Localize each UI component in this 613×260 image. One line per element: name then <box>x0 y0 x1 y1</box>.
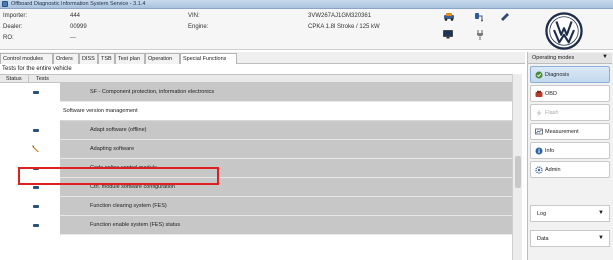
connection-icon[interactable] <box>474 11 485 22</box>
tab-tsb[interactable]: TSB <box>98 53 115 64</box>
table-row[interactable]: SF - Component protection, information e… <box>0 83 512 102</box>
engine-value: CPKA 1.8l Stroke / 125 kW <box>308 24 380 30</box>
tab-diss[interactable]: DISS <box>79 53 98 64</box>
monitor-icon[interactable] <box>443 30 453 39</box>
dealer-value: 00999 <box>70 24 87 30</box>
operating-modes-header[interactable]: Operating modes ▼ <box>528 53 612 64</box>
test-label: Adapting software <box>90 146 135 152</box>
test-label: Adapt software (offline) <box>90 127 147 133</box>
status-cell <box>0 178 60 197</box>
test-label: Function clearing system (FES) <box>90 203 167 209</box>
flash-label: Flash <box>545 110 559 116</box>
test-label: Function enable system (FES) status <box>90 222 181 228</box>
status-cell <box>0 216 60 235</box>
scrollbar-thumb[interactable] <box>515 156 521 188</box>
status-cell <box>0 121 60 140</box>
measurement-icon <box>535 128 543 135</box>
admin-label: Admin <box>545 167 561 173</box>
dash-icon <box>33 91 39 94</box>
window-title: Offboard Diagnostic Information System S… <box>11 1 146 7</box>
dealer-label: Dealer: <box>3 24 23 30</box>
operating-modes-title: Operating modes <box>532 55 575 61</box>
obd-label: OBD <box>545 91 557 97</box>
measurement-button[interactable]: Measurement <box>530 123 610 140</box>
status-cell <box>0 140 60 159</box>
table-row-adapting-software[interactable]: Adapting software <box>0 140 512 159</box>
dash-icon <box>33 224 39 227</box>
tests-column-header[interactable]: Tests <box>36 76 49 82</box>
flash-icon <box>536 109 542 117</box>
tab-operation[interactable]: Operation <box>145 53 180 64</box>
info-button[interactable]: Info <box>530 142 610 159</box>
test-label: SF - Component protection, information e… <box>90 89 215 95</box>
vehicle-icon[interactable] <box>443 12 455 21</box>
test-label: Code online control module <box>90 165 157 171</box>
chevron-down-icon[interactable]: ▼ <box>602 54 608 60</box>
tab-special-functions[interactable]: Special Functions <box>180 53 237 64</box>
table-header: Status Tests <box>0 74 512 84</box>
data-dropdown[interactable]: Data ▼ <box>530 230 610 247</box>
vehicle-info-header: Importer: 444 Dealer: 00999 RO: --- VIN:… <box>0 9 613 50</box>
ro-value: --- <box>70 35 76 41</box>
tab-orders[interactable]: Orders <box>53 53 79 64</box>
importer-value: 444 <box>70 13 81 19</box>
pen-icon <box>32 145 39 152</box>
status-cell <box>0 102 60 121</box>
list-scrollbar[interactable] <box>512 74 522 260</box>
admin-button[interactable]: Admin <box>530 161 610 178</box>
group-label: Software version management <box>63 108 138 114</box>
table-row[interactable]: Code online control module <box>0 159 512 178</box>
diagnosis-icon <box>535 71 543 79</box>
vin-label: VIN: <box>188 13 200 19</box>
ro-label: RO: <box>3 35 14 41</box>
measurement-label: Measurement <box>545 129 579 135</box>
obd-button[interactable]: OBD <box>530 85 610 102</box>
app-icon <box>2 1 8 7</box>
title-bar: Offboard Diagnostic Information System S… <box>0 0 613 9</box>
plug-icon[interactable] <box>476 29 484 40</box>
importer-label: Importer: <box>3 13 28 19</box>
flash-button[interactable]: Flash <box>530 104 610 121</box>
table-row[interactable]: Adapt software (offline) <box>0 121 512 140</box>
status-column-header[interactable]: Status <box>6 76 22 82</box>
table-row[interactable]: Ctrl. module software configuration <box>0 178 512 197</box>
tab-bar: Control modules Orders DISS TSB Test pla… <box>0 52 525 64</box>
table-row[interactable]: Function enable system (FES) status <box>0 216 512 235</box>
table-row-group[interactable]: Software version management <box>0 102 512 121</box>
info-icon <box>535 147 543 155</box>
tab-test-plan[interactable]: Test plan <box>115 53 145 64</box>
engine-label: Engine: <box>188 24 209 30</box>
tests-list: SF - Component protection, information e… <box>0 83 512 260</box>
section-title: Tests for the entire vehicle <box>2 66 72 72</box>
dash-icon <box>33 167 39 170</box>
vw-logo <box>545 12 583 50</box>
status-cell <box>0 159 60 178</box>
tab-control-modules[interactable]: Control modules <box>0 53 53 64</box>
edit-icon[interactable] <box>500 11 510 21</box>
diagnosis-button[interactable]: Diagnosis <box>530 66 610 83</box>
dash-icon <box>33 205 39 208</box>
status-cell <box>0 197 60 216</box>
log-dropdown[interactable]: Log ▼ <box>530 205 610 222</box>
status-cell <box>0 83 60 102</box>
data-label: Data <box>537 236 549 242</box>
admin-icon <box>535 166 543 174</box>
info-label: Info <box>545 148 555 154</box>
dash-icon <box>33 186 39 189</box>
diagnosis-label: Diagnosis <box>545 72 570 78</box>
vin-value: 3VW267AJ1GM320361 <box>308 13 372 19</box>
chevron-down-icon: ▼ <box>598 210 604 216</box>
test-label: Ctrl. module software configuration <box>90 184 175 190</box>
table-row[interactable]: Function clearing system (FES) <box>0 197 512 216</box>
log-label: Log <box>537 211 547 217</box>
dash-icon <box>33 129 39 132</box>
chevron-down-icon: ▼ <box>598 235 604 241</box>
obd-icon <box>535 90 543 97</box>
